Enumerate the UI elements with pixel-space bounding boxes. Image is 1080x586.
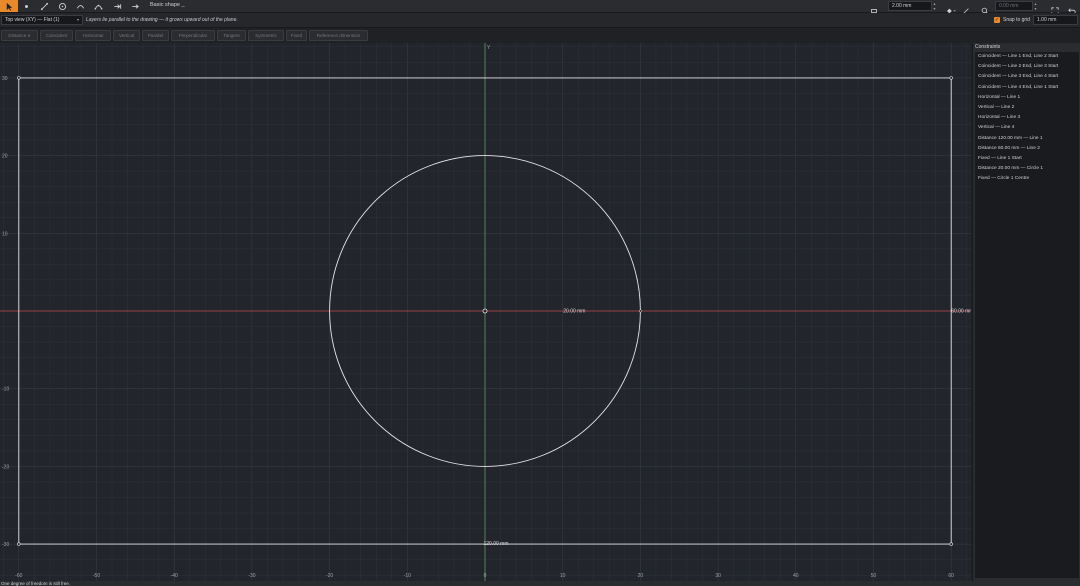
line-width-stepper[interactable]: ▴ ▾ — [932, 1, 937, 11]
constraint-list-item[interactable]: Fixed — Line 1 Start — [975, 154, 1079, 164]
undo-icon[interactable] — [1068, 2, 1076, 15]
point-tool-button[interactable] — [17, 0, 35, 12]
check-icon[interactable]: ✓ — [994, 17, 1000, 23]
view-select[interactable]: Top view (XY) — Flat (1) ▾ — [1, 15, 83, 25]
constraints-panel: Constraints Coincident — Line 1 End, Lin… — [972, 43, 1080, 581]
document-title[interactable]: Basic shape _ — [150, 2, 185, 8]
top-toolbar: Basic shape _ 2.00 mm ▴ ▾ 0.00 mm ▴ ▾ — [0, 0, 1080, 15]
y-tick-label: -10 — [2, 387, 9, 393]
constraint-list-item[interactable]: Distance 20.00 mm — Circle 1 — [975, 164, 1079, 174]
line-tool-button[interactable] — [35, 0, 53, 12]
x-tick-label: -10 — [404, 573, 411, 579]
x-tick-label: 60 — [948, 573, 954, 579]
view-toolbar: Top view (XY) — Flat (1) ▾ Layers lie pa… — [0, 13, 1080, 28]
constraint-vertical-button[interactable]: Vertical — [113, 30, 140, 41]
x-tick-label: 0 — [484, 573, 487, 579]
sketch-vertex-point[interactable] — [949, 542, 953, 546]
select-tool-button[interactable] — [0, 0, 18, 12]
arrow-right-icon — [131, 3, 139, 9]
pen-icon[interactable] — [962, 2, 970, 14]
constraint-list-item[interactable]: Vertical — Line 2 — [975, 103, 1079, 113]
chevron-down-icon: ▾ — [76, 17, 79, 22]
sketch-vertex-point[interactable] — [17, 542, 21, 546]
constraint-list-item[interactable]: Horizontal — Line 3 — [975, 113, 1079, 123]
y-axis-label: Y — [487, 45, 491, 51]
y-tick-label: 30 — [2, 76, 8, 82]
circle-centre-point[interactable] — [482, 308, 488, 314]
constraint-list-item[interactable]: Fixed — Circle 1 Centre — [975, 174, 1079, 184]
x-tick-label: 10 — [560, 573, 566, 579]
radius-stepper[interactable]: ▴ ▾ — [1033, 1, 1038, 11]
constraint-horizontal-button[interactable]: Horizontal — [75, 30, 111, 41]
fill-style-dropdown[interactable] — [945, 2, 957, 14]
constraint-list-item[interactable]: Coincident — Line 3 End, Line 4 Start — [975, 72, 1079, 82]
cursor-icon — [6, 2, 12, 11]
constraint-perpendicular-button[interactable]: Perpendicular — [171, 30, 215, 41]
arc-icon — [76, 4, 84, 9]
snap-to-grid-label: Snap to grid — [1003, 17, 1030, 23]
sketch-canvas[interactable]: Y -60 -50 -40 -30 -20 -10 0 10 20 30 40 50 60 30 20 10 -1… — [0, 43, 971, 581]
grid-size-field[interactable]: 1.00 mm — [1033, 15, 1078, 25]
constraint-list-item[interactable]: Coincident — Line 4 End, Line 1 Start — [975, 83, 1079, 93]
constraint-parallel-button[interactable]: Parallel — [142, 30, 169, 41]
point-icon — [24, 4, 28, 8]
snap-to-grid-toggle[interactable]: ✓ Snap to grid — [994, 17, 1030, 23]
sketch-vertex-point[interactable] — [949, 76, 953, 80]
y-tick-label: -30 — [2, 542, 9, 548]
extend-tool-button[interactable] — [108, 0, 126, 12]
constraint-list-item[interactable]: Horizontal — Line 1 — [975, 93, 1079, 103]
x-tick-label: -30 — [248, 573, 255, 579]
y-tick-label: 20 — [2, 154, 8, 160]
line-icon — [40, 2, 48, 10]
arrow-right-bar-icon — [113, 3, 121, 9]
x-tick-label: -50 — [93, 573, 100, 579]
height-dimension: 60.00 mm — [951, 309, 971, 315]
x-tick-label: 20 — [638, 573, 644, 579]
y-tick-label: 10 — [2, 231, 8, 237]
constraint-list-item[interactable]: Coincident — Line 2 End, Line 3 Start — [975, 62, 1079, 72]
circle-radius-dimension: 20.00 mm — [563, 309, 585, 315]
constraints-list: Coincident — Line 1 End, Line 2 Start Coi… — [975, 52, 1079, 578]
plane-hint: Layers lie parallel to the drawing — it … — [86, 17, 238, 23]
width-dimension: 120.00 mm — [483, 541, 508, 547]
constraint-distance-x-button[interactable]: Distance X — [1, 30, 38, 41]
circle-icon — [58, 2, 66, 10]
constraint-list-item[interactable]: Coincident — Line 1 End, Line 2 Start — [975, 52, 1079, 62]
fit-view-icon[interactable] — [1051, 2, 1059, 15]
three-point-arc-icon — [94, 4, 102, 10]
line-width-field[interactable]: 2.00 mm — [888, 1, 932, 11]
x-tick-label: 30 — [715, 573, 721, 579]
trim-tool-button[interactable] — [126, 0, 144, 12]
three-point-arc-tool-button[interactable] — [89, 0, 107, 12]
constraints-panel-title: Constraints — [975, 44, 1001, 50]
sketch-vertex-point[interactable] — [17, 76, 21, 80]
search-icon[interactable] — [981, 2, 989, 15]
y-tick-label: -20 — [2, 464, 9, 470]
constraint-toolbar: Distance X Coincident Horizontal Vertica… — [0, 29, 972, 43]
x-tick-label: -60 — [15, 573, 22, 579]
constraint-tangent-button[interactable]: Tangent — [217, 30, 246, 41]
constraint-fixed-button[interactable]: Fixed — [286, 30, 307, 41]
constraint-list-item[interactable]: Distance 60.00 mm — Line 2 — [975, 144, 1079, 154]
status-text: One degree of freedom is still free. — [1, 581, 71, 586]
x-tick-label: -20 — [326, 573, 333, 579]
radius-field[interactable]: 0.00 mm — [995, 1, 1033, 11]
x-tick-label: 50 — [871, 573, 877, 579]
circle-tool-button[interactable] — [53, 0, 71, 12]
view-select-value: Top view (XY) — Flat (1) — [5, 17, 60, 23]
status-bar: One degree of freedom is still free. — [0, 581, 1080, 586]
x-tick-label: 40 — [793, 573, 799, 579]
constraint-list-item[interactable]: Distance 120.00 mm — Line 1 — [975, 134, 1079, 144]
x-tick-label: -40 — [171, 573, 178, 579]
constraint-coincident-button[interactable]: Coincident — [40, 30, 73, 41]
constraint-list-item[interactable]: Vertical — Line 4 — [975, 123, 1079, 133]
circle-radius-point[interactable] — [638, 309, 642, 313]
constraint-symmetric-button[interactable]: Symmetric — [248, 30, 284, 41]
constraint-reference-dimension-button[interactable]: Reference dimension — [309, 30, 368, 41]
sketch-drawing[interactable]: Y -60 -50 -40 -30 -20 -10 0 10 20 30 40 50 60 30 20 10 -1… — [0, 43, 971, 581]
arc-tool-button[interactable] — [71, 0, 89, 12]
stroke-style-icon[interactable] — [870, 2, 878, 14]
